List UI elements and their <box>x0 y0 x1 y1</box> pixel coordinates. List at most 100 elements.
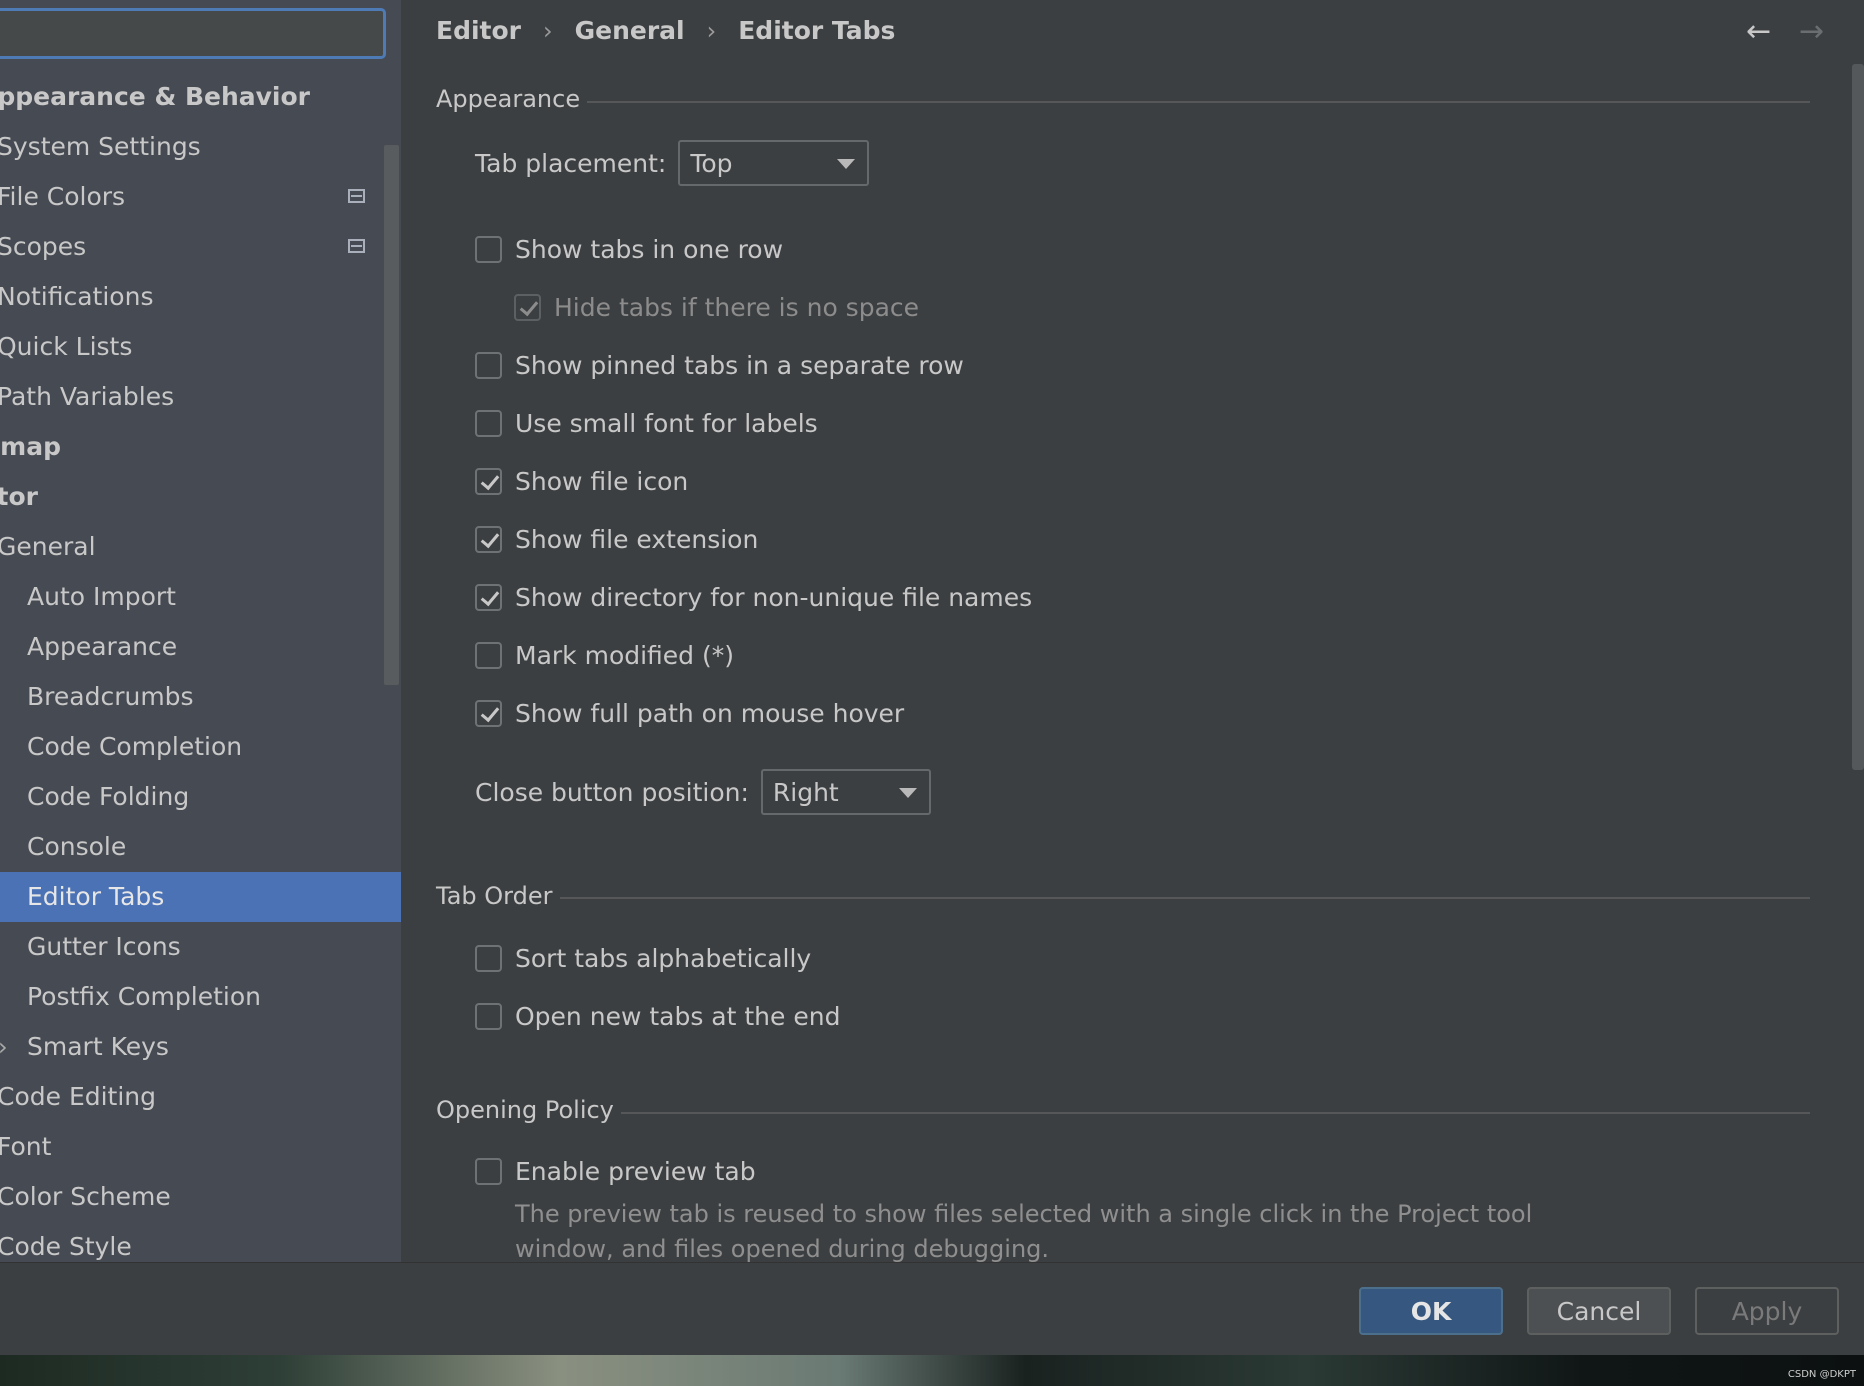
option-show-directory[interactable]: Show directory for non-unique file names <box>475 577 1032 617</box>
option-open-tabs-at-end[interactable]: Open new tabs at the end <box>475 996 840 1036</box>
section-divider <box>560 897 1810 899</box>
tree-item-label: Keymap <box>0 432 62 461</box>
settings-search-input[interactable] <box>0 8 386 59</box>
tree-item-label: Auto Import <box>27 582 176 611</box>
tree-item-system-settings[interactable]: System Settings <box>0 122 401 172</box>
option-mark-modified[interactable]: Mark modified (*) <box>475 635 734 675</box>
option-label: Hide tabs if there is no space <box>554 292 920 322</box>
option-label: Show file extension <box>515 524 759 554</box>
tree-item-auto-import[interactable]: Auto Import <box>0 572 401 622</box>
checkbox[interactable] <box>475 1002 502 1030</box>
settings-tree: Appearance & Behavior System Settings Fi… <box>0 72 401 1262</box>
tab-placement-dropdown[interactable]: Top <box>678 140 870 186</box>
apply-button: Apply <box>1695 1287 1839 1335</box>
tree-item-label: General <box>0 532 96 561</box>
settings-content: Editor › General › Editor Tabs ← → Appea… <box>401 0 1864 1263</box>
option-show-tabs-one-row[interactable]: Show tabs in one row <box>475 229 783 269</box>
tree-item-label: Appearance <box>27 632 178 661</box>
tree-item-label: Appearance & Behavior <box>0 82 310 111</box>
checkbox[interactable] <box>475 641 502 669</box>
breadcrumb-separator: › <box>543 16 553 45</box>
checkbox[interactable] <box>475 351 502 379</box>
forward-arrow-icon[interactable]: → <box>1799 14 1824 49</box>
tree-item-notifications[interactable]: Notifications <box>0 272 401 322</box>
checkbox[interactable] <box>475 235 502 263</box>
ok-button[interactable]: OK <box>1359 1287 1503 1335</box>
tree-item-label: System Settings <box>0 132 201 161</box>
tree-item-label: File Colors <box>0 182 126 211</box>
option-show-file-icon[interactable]: Show file icon <box>475 461 688 501</box>
tree-item-editor-tabs[interactable]: Editor Tabs <box>0 872 401 922</box>
breadcrumb: Editor › General › Editor Tabs <box>436 16 895 45</box>
checkbox[interactable] <box>475 699 502 727</box>
tree-item-breadcrumbs[interactable]: Breadcrumbs <box>0 672 401 722</box>
tree-item-label: Editor <box>0 482 38 511</box>
option-label: Sort tabs alphabetically <box>515 943 812 973</box>
option-pinned-tabs-separate-row[interactable]: Show pinned tabs in a separate row <box>475 345 964 385</box>
tab-placement-value: Top <box>690 148 733 178</box>
tree-item-keymap[interactable]: Keymap <box>0 422 401 472</box>
option-label: Open new tabs at the end <box>515 1001 841 1031</box>
tree-item-path-variables[interactable]: Path Variables <box>0 372 401 422</box>
content-scrollbar[interactable] <box>1852 64 1864 770</box>
tree-item-smart-keys[interactable]: › Smart Keys <box>0 1022 401 1072</box>
tree-item-code-completion[interactable]: Code Completion <box>0 722 401 772</box>
tree-item-postfix-completion[interactable]: Postfix Completion <box>0 972 401 1022</box>
option-show-file-extension[interactable]: Show file extension <box>475 519 758 559</box>
tree-item-appearance-behavior[interactable]: Appearance & Behavior <box>0 72 401 122</box>
tree-item-gutter-icons[interactable]: Gutter Icons <box>0 922 401 972</box>
back-arrow-icon[interactable]: ← <box>1746 14 1771 49</box>
checkbox[interactable] <box>475 409 502 437</box>
tree-item-label: Notifications <box>0 282 154 311</box>
chevron-right-icon[interactable]: › <box>0 1022 8 1072</box>
close-button-label: Close button position: <box>475 777 749 807</box>
tree-item-color-scheme[interactable]: Color Scheme <box>0 1172 401 1222</box>
preview-tab-description: The preview tab is reused to show files … <box>515 1197 1575 1267</box>
tree-item-editor[interactable]: Editor <box>0 472 401 522</box>
tree-item-code-folding[interactable]: Code Folding <box>0 772 401 822</box>
option-label: Use small font for labels <box>515 408 818 438</box>
tree-item-label: Breadcrumbs <box>27 682 194 711</box>
tree-item-quick-lists[interactable]: Quick Lists <box>0 322 401 372</box>
breadcrumb-editor-tabs: Editor Tabs <box>738 16 896 45</box>
close-button-dropdown[interactable]: Right <box>760 769 931 815</box>
tree-item-file-colors[interactable]: File Colors <box>0 172 401 222</box>
tree-item-console[interactable]: Console <box>0 822 401 872</box>
breadcrumb-general[interactable]: General <box>575 16 685 45</box>
tree-item-label: Code Folding <box>27 782 190 811</box>
watermark: CSDN @DKPT <box>1787 1369 1856 1380</box>
tab-placement-label: Tab placement: <box>475 148 667 178</box>
checkbox[interactable] <box>475 467 502 495</box>
checkbox[interactable] <box>475 944 502 972</box>
tree-item-label: Scopes <box>0 232 87 261</box>
tree-item-code-editing[interactable]: Code Editing <box>0 1072 401 1122</box>
option-enable-preview-tab[interactable]: Enable preview tab <box>475 1151 756 1191</box>
checkbox[interactable] <box>475 583 502 611</box>
description-line: The preview tab is reused to show files … <box>515 1200 1533 1228</box>
sidebar-scrollbar[interactable] <box>384 145 399 685</box>
project-level-icon <box>348 239 365 253</box>
option-label: Mark modified (*) <box>515 640 735 670</box>
tree-item-scopes[interactable]: Scopes <box>0 222 401 272</box>
option-small-font-labels[interactable]: Use small font for labels <box>475 403 818 443</box>
tree-item-label: Code Completion <box>27 732 243 761</box>
breadcrumb-editor[interactable]: Editor <box>436 16 521 45</box>
tree-item-font[interactable]: Font <box>0 1122 401 1172</box>
tree-item-label: Gutter Icons <box>27 932 181 961</box>
option-sort-tabs-alpha[interactable]: Sort tabs alphabetically <box>475 938 811 978</box>
tree-item-general[interactable]: General <box>0 522 401 572</box>
tree-item-code-style[interactable]: Code Style <box>0 1222 401 1262</box>
option-full-path-hover[interactable]: Show full path on mouse hover <box>475 693 904 733</box>
tree-item-label: Color Scheme <box>0 1182 171 1211</box>
option-label: Show pinned tabs in a separate row <box>515 350 964 380</box>
tree-item-appearance[interactable]: Appearance <box>0 622 401 672</box>
settings-sidebar: Appearance & Behavior System Settings Fi… <box>0 0 401 1262</box>
section-tab-order-title: Tab Order <box>436 882 553 910</box>
tree-item-label: Code Editing <box>0 1082 157 1111</box>
checkbox[interactable] <box>475 1157 502 1185</box>
breadcrumb-separator: › <box>706 16 717 45</box>
option-label: Show tabs in one row <box>515 234 784 264</box>
checkbox[interactable] <box>475 525 502 553</box>
cancel-button[interactable]: Cancel <box>1527 1287 1671 1335</box>
tree-item-label: Editor Tabs <box>27 882 165 911</box>
